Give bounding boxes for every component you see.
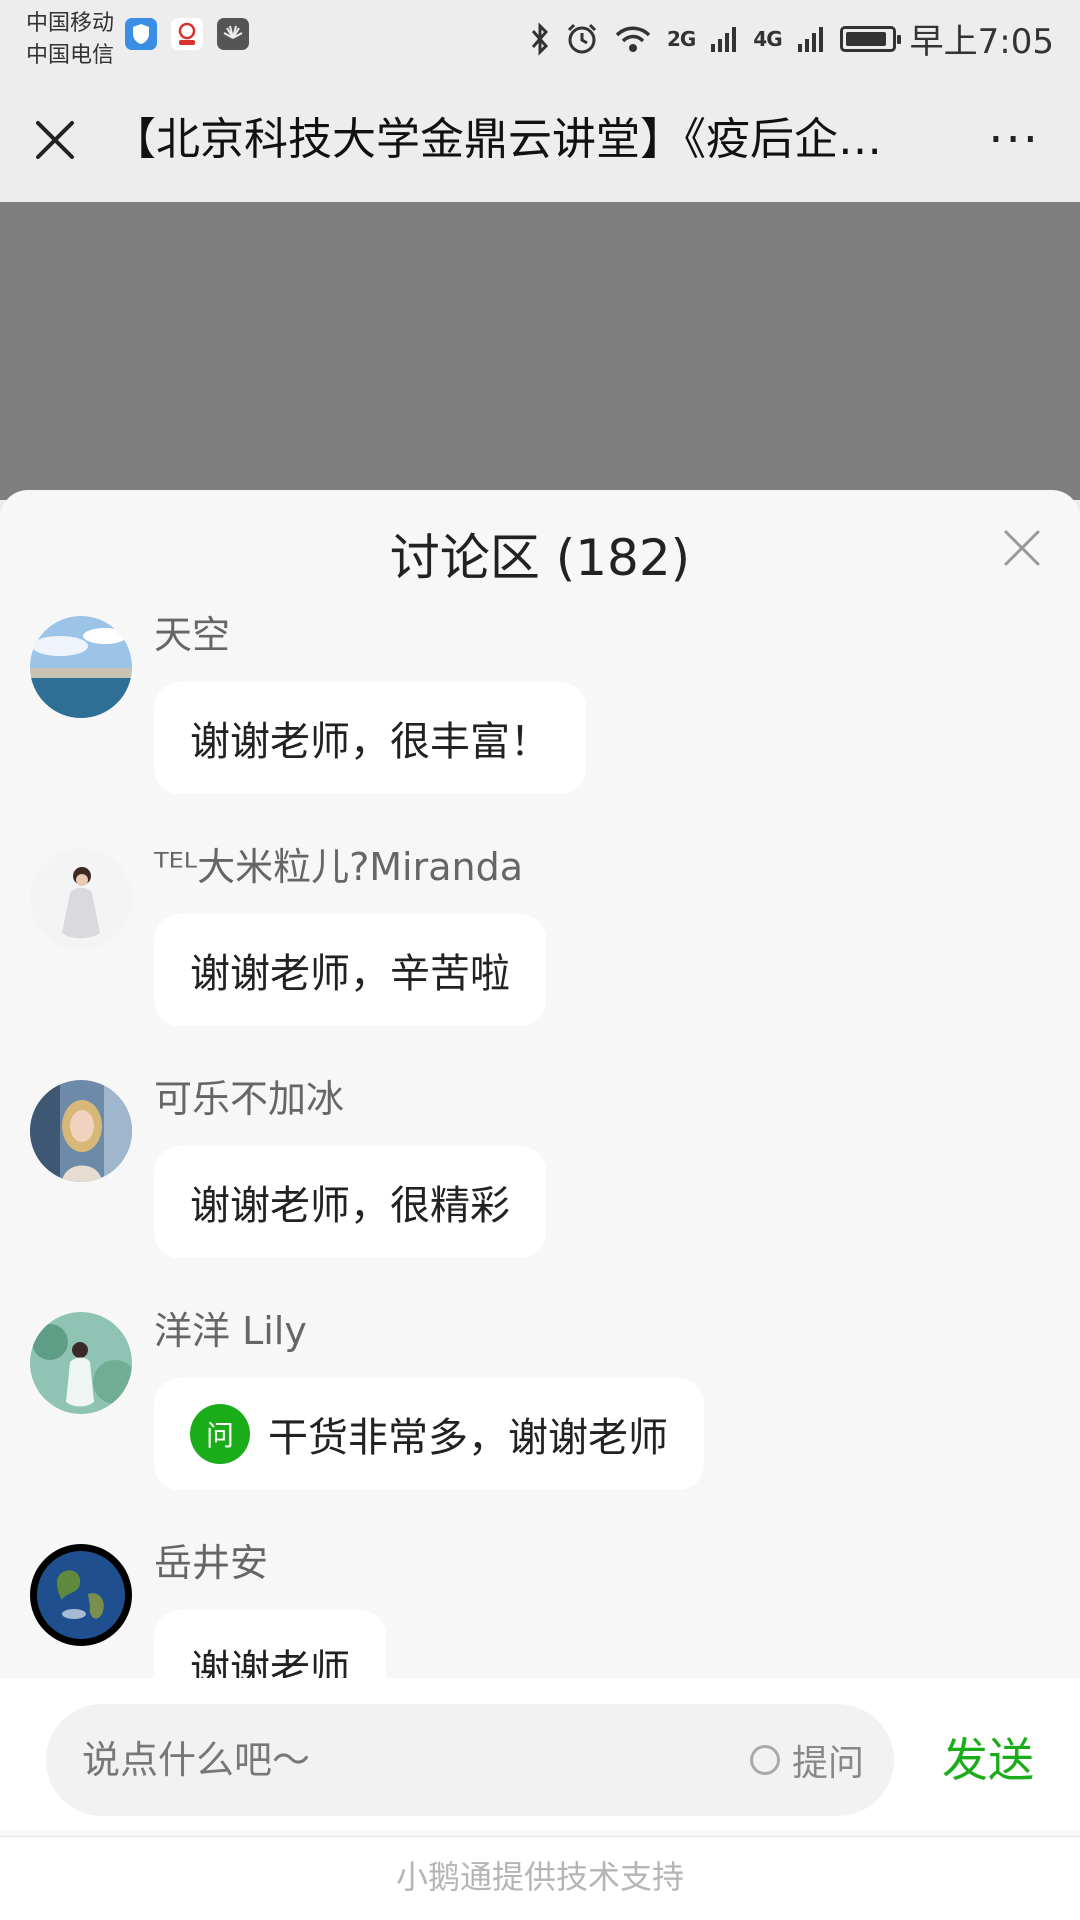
woman-white-dress-avatar[interactable] <box>30 848 132 950</box>
input-bar: 说点什么吧～ 提问 发送 <box>0 1678 1080 1830</box>
message-bubble: 问 干货非常多，谢谢老师 <box>154 1378 704 1490</box>
username: 可乐不加冰 <box>154 1077 345 1121</box>
input-placeholder: 说点什么吧～ <box>82 1738 311 1782</box>
message-text: 谢谢老师，很丰富！ <box>190 719 550 765</box>
username: ᵀᴱᴸ大米粒儿?Miranda <box>154 845 523 889</box>
message-list[interactable]: 天空 谢谢老师，很丰富！ ᵀᴱᴸ大米粒儿?Miranda 谢谢老师，辛苦啦 可乐… <box>0 610 1080 1680</box>
message-bubble: 谢谢老师 <box>154 1610 386 1680</box>
page-title: 【北京科技大学金鼎云讲堂】《疫后企… <box>112 114 882 165</box>
username: 洋洋 Lily <box>154 1309 307 1353</box>
message-bubble: 谢谢老师，很精彩 <box>154 1146 546 1258</box>
send-button[interactable]: 发送 <box>942 1730 1034 1790</box>
carrier-info: 中国移动 中国电信 <box>26 8 114 72</box>
carrier-2: 中国电信 <box>26 43 115 68</box>
question-badge: 问 <box>190 1404 250 1464</box>
comment-input[interactable]: 说点什么吧～ 提问 <box>46 1704 894 1816</box>
signal-2-icon <box>797 26 823 52</box>
ask-label: 提问 <box>791 1743 864 1784</box>
signal-1-label: 2G <box>666 26 696 51</box>
bank-app-icon <box>171 18 203 50</box>
shield-app-icon <box>125 18 157 50</box>
username: 岳井安 <box>154 1541 269 1585</box>
huawei-app-icon <box>217 18 249 50</box>
ask-radio[interactable] <box>749 1745 780 1775</box>
carrier-1: 中国移动 <box>26 11 115 36</box>
blonde-woman-avatar[interactable] <box>30 1080 132 1182</box>
footer-credit: 小鹅通提供技术支持 <box>0 1836 1080 1920</box>
message-item: 岳井安 谢谢老师 <box>0 1538 1080 1680</box>
clock: 早上7:05 <box>909 22 1054 62</box>
title-bar: 【北京科技大学金鼎云讲堂】《疫后企… ··· <box>0 80 1080 202</box>
status-right: 2G 4G 早上7:05 <box>529 14 1054 63</box>
message-bubble: 谢谢老师，辛苦啦 <box>154 914 546 1026</box>
close-icon[interactable] <box>30 115 80 165</box>
message-bubble: 谢谢老师，很丰富！ <box>154 682 586 794</box>
message-text: 谢谢老师，很精彩 <box>190 1183 510 1229</box>
message-text: 干货非常多，谢谢老师 <box>268 1415 668 1461</box>
discussion-panel: 讨论区 (182) 天空 谢谢老师，很丰富！ ᵀᴱᴸ大米粒儿?Miranda 谢… <box>0 490 1080 1920</box>
message-item: 洋洋 Lily 问 干货非常多，谢谢老师 <box>0 1306 1080 1538</box>
wifi-icon <box>615 26 651 52</box>
notification-icons <box>125 18 249 50</box>
alarm-icon <box>567 23 597 53</box>
sky-sea-avatar[interactable] <box>30 616 132 718</box>
more-menu-button[interactable]: ··· <box>988 108 1040 172</box>
username: 天空 <box>154 613 231 657</box>
signal-2-label: 4G <box>753 26 782 51</box>
bluetooth-icon <box>531 21 549 56</box>
message-item: 天空 谢谢老师，很丰富！ <box>0 610 1080 842</box>
signal-1-icon <box>711 26 737 52</box>
message-item: ᵀᴱᴸ大米粒儿?Miranda 谢谢老师，辛苦啦 <box>0 842 1080 1074</box>
message-text: 谢谢老师 <box>190 1647 350 1680</box>
panel-close-icon[interactable] <box>1000 526 1044 570</box>
woman-garden-avatar[interactable] <box>30 1312 132 1414</box>
video-placeholder <box>0 202 1080 500</box>
ask-question-toggle[interactable]: 提问 <box>749 1734 864 1786</box>
earth-avatar[interactable] <box>30 1544 132 1646</box>
message-item: 可乐不加冰 谢谢老师，很精彩 <box>0 1074 1080 1306</box>
discussion-title: 讨论区 (182) <box>389 529 691 587</box>
message-text: 谢谢老师，辛苦啦 <box>190 951 510 997</box>
status-bar: 中国移动 中国电信 2G 4G 早上7:05 <box>0 0 1080 80</box>
battery-icon <box>839 25 901 52</box>
